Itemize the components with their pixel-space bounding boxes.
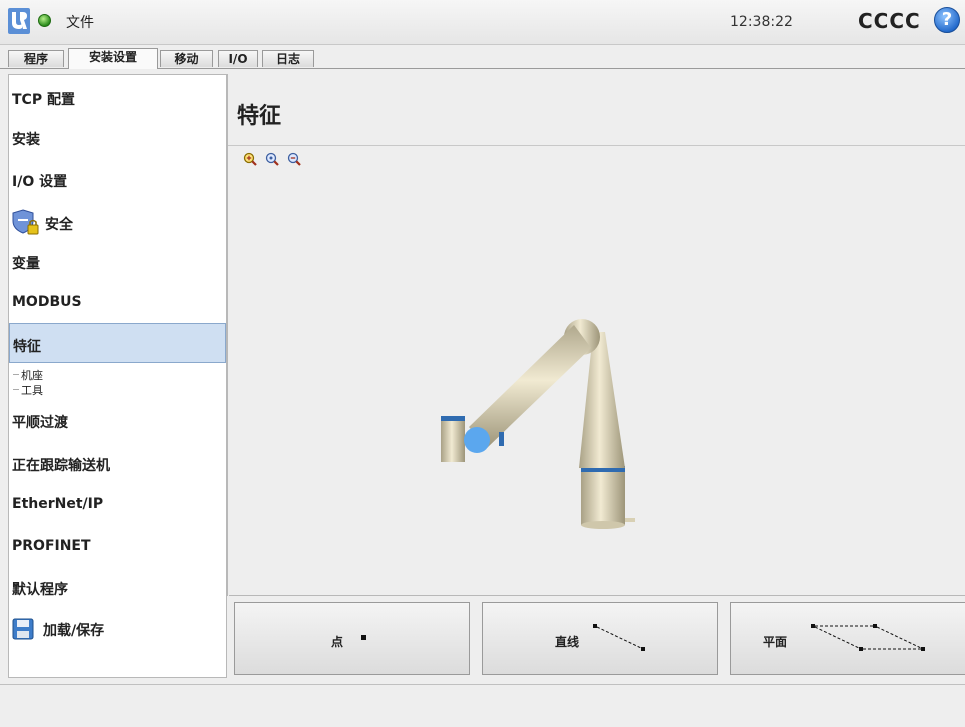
robot-name: CCCC <box>858 9 921 33</box>
tab-io[interactable]: I/O <box>218 50 258 67</box>
sidebar: TCP 配置 安装 I/O 设置 安全 变量 MODBUS 特征 机座 工具 平… <box>8 74 227 678</box>
sidebar-item-conveyor-tracking[interactable]: 正在跟踪输送机 <box>9 455 229 475</box>
sidebar-item-variables[interactable]: 变量 <box>9 253 229 273</box>
tab-installation[interactable]: 安装设置 <box>68 48 158 69</box>
clock: 12:38:22 <box>730 14 793 30</box>
page-title: 特征 <box>237 104 282 129</box>
ur-logo-icon <box>8 8 30 34</box>
zoom-fit-icon[interactable] <box>265 152 279 166</box>
plane-button[interactable]: 平面 <box>730 602 965 675</box>
divider <box>228 145 965 146</box>
robot-3d-view[interactable] <box>229 170 965 595</box>
zoom-out-icon[interactable] <box>287 152 301 166</box>
file-menu[interactable]: 文件 <box>66 12 94 32</box>
sidebar-item-features[interactable]: 特征 <box>9 323 226 363</box>
divider <box>229 595 965 596</box>
line-button[interactable]: 直线 <box>482 602 718 675</box>
tab-bar: 程序 安装设置 移动 I/O 日志 <box>0 44 965 69</box>
robot-arm <box>441 319 635 529</box>
tab-log[interactable]: 日志 <box>262 50 314 67</box>
sidebar-item-ethernet-ip[interactable]: EtherNet/IP <box>9 496 229 512</box>
sidebar-subitem-base[interactable]: 机座 <box>13 367 43 383</box>
sidebar-item-io-setup[interactable]: I/O 设置 <box>9 171 229 191</box>
point-button[interactable]: 点 <box>234 602 470 675</box>
sidebar-item-mounting[interactable]: 安装 <box>9 129 229 149</box>
sidebar-item-tcp[interactable]: TCP 配置 <box>9 89 229 109</box>
robot-status-icon <box>38 14 51 27</box>
sidebar-item-label: 加载/保存 <box>43 623 105 639</box>
sidebar-item-label: 安全 <box>45 217 73 233</box>
shield-lock-icon <box>12 209 39 235</box>
button-label: 平面 <box>763 635 788 649</box>
plane-icon <box>811 624 925 651</box>
zoom-in-icon[interactable] <box>243 152 257 166</box>
line-icon <box>593 624 645 651</box>
footer-divider <box>0 684 965 685</box>
top-bar: 文件 12:38:22 CCCC ? <box>0 0 965 45</box>
sidebar-item-default-program[interactable]: 默认程序 <box>9 579 229 599</box>
sidebar-item-load-save[interactable]: 加载/保存 <box>9 615 229 641</box>
features-panel: 特征 <box>227 74 965 596</box>
sidebar-item-modbus[interactable]: MODBUS <box>9 294 229 310</box>
sidebar-item-safety[interactable]: 安全 <box>9 209 229 235</box>
point-icon <box>361 635 366 640</box>
floppy-disk-icon <box>12 618 34 640</box>
help-icon[interactable]: ? <box>934 7 960 33</box>
sidebar-item-profinet[interactable]: PROFINET <box>9 538 229 554</box>
sidebar-subitem-tool[interactable]: 工具 <box>13 382 43 398</box>
tab-move[interactable]: 移动 <box>160 50 213 67</box>
tab-program[interactable]: 程序 <box>8 50 64 67</box>
button-label: 直线 <box>555 635 580 649</box>
button-label: 点 <box>331 635 344 649</box>
sidebar-item-smooth-transition[interactable]: 平顺过渡 <box>9 412 229 432</box>
